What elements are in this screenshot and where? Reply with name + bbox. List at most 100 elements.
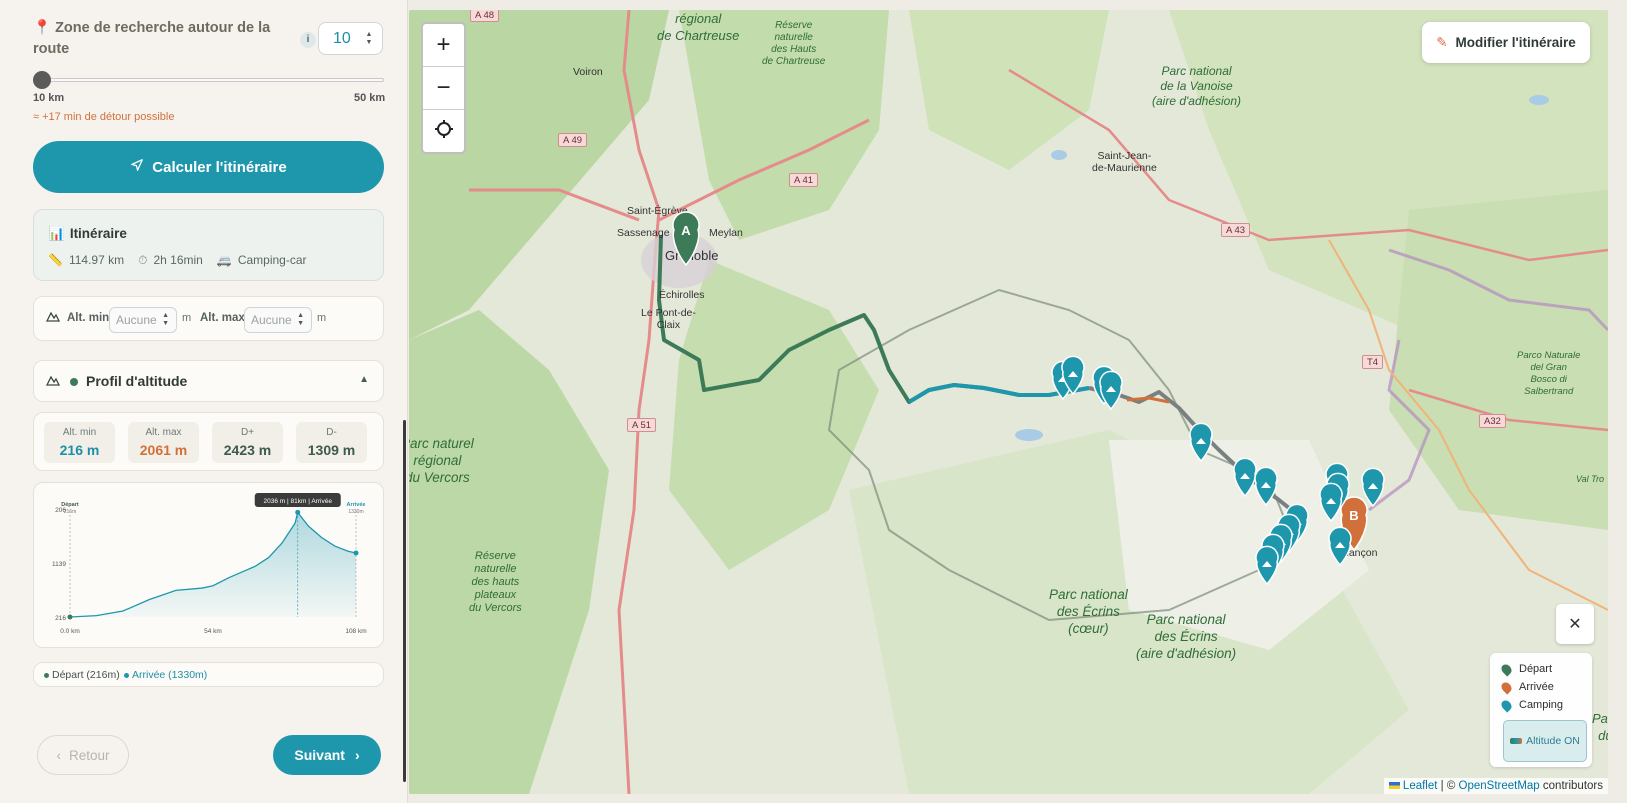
mountain-icon [45, 374, 61, 389]
spinner-icon[interactable]: ▲ ▼ [162, 312, 169, 328]
legend-depart-text: Départ (216m) [52, 669, 120, 681]
campsite-marker[interactable] [1233, 457, 1257, 498]
altitude-bar-icon [1510, 738, 1523, 744]
legend-dot [44, 672, 49, 678]
stat-value: 216 m [59, 442, 100, 458]
y-tick-label: 216 [55, 615, 66, 622]
vehicle-info: 🚐 Camping-car [217, 253, 307, 268]
legend-arrivee-text: Arrivée [1519, 681, 1554, 693]
attribution-contributors: contributors [1542, 780, 1603, 792]
map-view[interactable]: régional de Chartreuse Réserve naturelle de… [409, 10, 1608, 794]
modify-route-button[interactable]: ✎ Modifier l'itinéraire [1422, 22, 1590, 63]
crosshair-icon [434, 118, 454, 146]
stat-value: 2423 m [223, 442, 272, 458]
timer-icon: ⏱ [138, 253, 148, 267]
campsite-marker[interactable] [1189, 422, 1213, 463]
locate-button[interactable] [423, 110, 464, 153]
duration-info: ⏱ 2h 16min [138, 253, 203, 268]
next-button[interactable]: Suivant › [273, 735, 381, 775]
altitude-profile-toggle[interactable]: Profil d'altitude ▲ [33, 360, 384, 402]
pin-icon [1499, 662, 1514, 677]
close-icon[interactable]: ✕ [1556, 604, 1594, 644]
campsite-marker[interactable] [1361, 467, 1385, 508]
legend-arrivee: Arrivée [1499, 680, 1554, 695]
alt-max-unit: m [317, 312, 327, 324]
alt-min-input[interactable]: Aucune ▲ ▼ [109, 307, 177, 333]
altitude-toggle[interactable]: Altitude ON [1503, 720, 1587, 762]
pin-icon [1499, 698, 1514, 713]
ruler-icon: 📏 [48, 253, 63, 267]
back-button[interactable]: ‹ Retour [37, 735, 129, 775]
end-label: Arrivée [347, 502, 366, 508]
itinerary-title: 📊 Itinéraire [48, 226, 127, 242]
legend-depart: Départ [1499, 662, 1552, 677]
stat-label: Alt. max [145, 427, 182, 438]
calculate-route-label: Calculer l'itinéraire [152, 158, 287, 176]
vehicle-value: Camping-car [237, 253, 307, 267]
campsite-marker[interactable] [1254, 466, 1278, 507]
alt-max-input[interactable]: Aucune ▲ ▼ [244, 307, 312, 333]
bar-chart-icon: 📊 [48, 226, 65, 241]
attribution-separator: | © [1440, 780, 1456, 792]
map-legend: Départ Arrivée Camping Altitude ON [1490, 653, 1592, 767]
info-icon[interactable]: i [300, 32, 316, 48]
slider-min-label: 10 km [33, 92, 65, 104]
distance-value: 114.97 km [68, 253, 125, 267]
alt-min-unit: m [182, 312, 192, 324]
chart-tooltip: 2036 m | 81km | Arrivée [264, 498, 333, 505]
radius-slider-thumb[interactable] [33, 71, 51, 89]
next-label: Suivant [294, 747, 345, 763]
itinerary-summary: 📊 Itinéraire 📏 114.97 km ⏱ 2h 16min 🚐 Campin… [33, 209, 384, 281]
back-label: Retour [68, 747, 110, 763]
legend-arrivee-text: Arrivée (1330m) [132, 669, 208, 681]
stat-label: Alt. min [62, 427, 97, 438]
osm-link[interactable]: OpenStreetMap [1459, 780, 1540, 792]
stat-alt-max: Alt. max 2061 m [128, 422, 199, 463]
status-dot [70, 378, 78, 386]
distance-info: 📏 114.97 km [48, 253, 124, 268]
end-point [353, 550, 359, 556]
start-sublabel: 216m [64, 509, 77, 515]
campsite-marker[interactable] [1319, 482, 1343, 523]
x-tick-label: 54 km [204, 628, 222, 635]
spinner-icon[interactable]: ▲ ▼ [297, 312, 304, 328]
radius-slider-track[interactable] [40, 78, 384, 82]
elevation-area [70, 512, 356, 617]
legend-dot [124, 672, 129, 678]
zoom-in-button[interactable]: + [423, 24, 464, 67]
spinner-icon[interactable]: ▲ ▼ [364, 31, 374, 49]
campsite-marker[interactable] [1328, 526, 1352, 567]
pin-icon [1499, 680, 1514, 695]
modify-route-label: Modifier l'itinéraire [1455, 35, 1576, 50]
calculate-route-button[interactable]: Calculer l'itinéraire [33, 141, 384, 193]
stat-label: D- [326, 427, 337, 438]
sidebar-scrollbar[interactable] [403, 420, 406, 782]
itinerary-title-text: Itinéraire [69, 226, 127, 241]
search-radius-input[interactable]: 10 ▲ ▼ [318, 22, 383, 55]
chevron-up-icon[interactable]: ▲ [359, 374, 369, 385]
campsite-marker[interactable] [1255, 545, 1279, 586]
chevron-left-icon: ‹ [56, 747, 61, 763]
itinerary-details: 📏 114.97 km ⏱ 2h 16min 🚐 Camping-car [48, 253, 307, 268]
alt-max-label: Alt. max [200, 312, 245, 324]
legend-depart: Départ (216m) [44, 669, 120, 681]
start-label: Départ [61, 502, 79, 508]
marker-start-label: A [681, 223, 691, 238]
map-markers: A B [672, 211, 1385, 586]
legend-camping: Camping [1499, 698, 1563, 713]
stat-alt-min: Alt. min 216 m [44, 422, 115, 463]
camper-van-icon: 🚐 [216, 253, 232, 267]
alt-max-placeholder: Aucune [251, 313, 292, 327]
zoom-out-button[interactable]: − [423, 67, 464, 110]
profile-legend: Départ (216m) Arrivée (1330m) [33, 662, 384, 687]
stat-d-plus: D+ 2423 m [212, 422, 283, 463]
search-zone-label: Zone de recherche autour de la route [33, 20, 271, 57]
altitude-profile-title: Profil d'altitude [86, 373, 188, 389]
marker-start[interactable]: A [672, 211, 700, 267]
leaflet-link[interactable]: Leaflet [1403, 780, 1438, 792]
sidebar: 📍 Zone de recherche autour de la route i … [0, 0, 408, 803]
y-tick-label: 1139 [52, 561, 66, 568]
start-point [67, 614, 73, 620]
stat-value: 2061 m [139, 442, 188, 458]
chevron-right-icon: › [354, 747, 360, 763]
